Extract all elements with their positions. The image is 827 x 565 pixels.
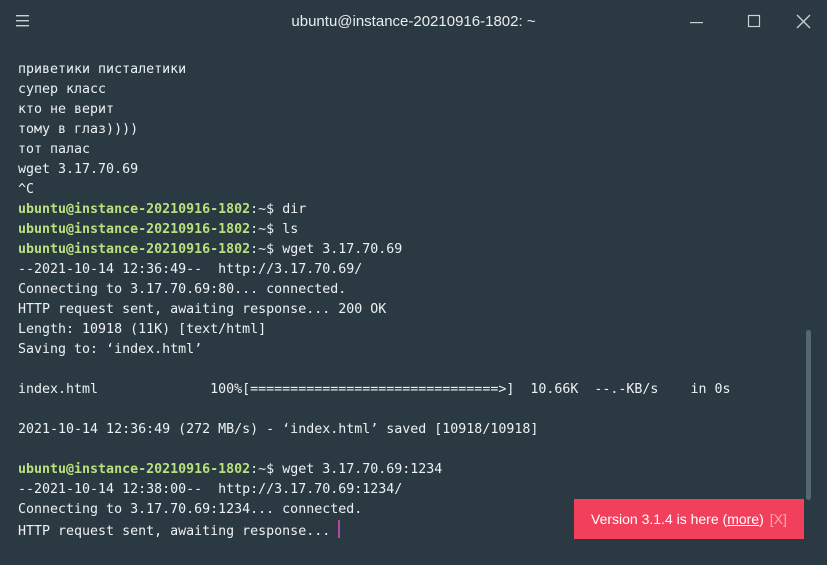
output-text: wget 3.17.70.69 — [18, 162, 139, 177]
terminal-line: Length: 10918 (11K) [text/html] — [18, 320, 798, 340]
terminal-line: супер класс — [18, 80, 798, 100]
more-link[interactable]: more — [727, 511, 759, 527]
output-text: Connecting to 3.17.70.69:80... connected… — [18, 282, 347, 297]
update-notification[interactable]: Version 3.1.4 is here (more) [X] — [574, 499, 804, 539]
text-cursor — [338, 520, 341, 538]
terminal-line: Connecting to 3.17.70.69:80... connected… — [18, 280, 798, 300]
title-bar: ubuntu@instance-20210916-1802: ~ — [0, 0, 827, 44]
maximize-icon[interactable] — [742, 10, 766, 34]
update-notification-text: Version 3.1.4 is here ( — [591, 511, 728, 527]
close-icon[interactable] — [792, 10, 816, 34]
command-text: ls — [274, 222, 299, 237]
terminal-line: ubuntu@instance-20210916-1802:~$ wget 3.… — [18, 460, 798, 480]
output-text: HTTP request sent, awaiting response... — [18, 524, 331, 539]
terminal-line: Saving to: ‘index.html’ — [18, 340, 798, 360]
output-text: приветики писталетики — [18, 62, 187, 77]
terminal-line: --2021-10-14 12:38:00-- http://3.17.70.6… — [18, 480, 798, 500]
terminal-line: ubuntu@instance-20210916-1802:~$ dir — [18, 200, 798, 220]
prompt-path: :~$ — [250, 222, 275, 237]
terminal-line: ^C — [18, 180, 798, 200]
command-text: wget 3.17.70.69:1234 — [274, 462, 443, 477]
output-text: кто не верит — [18, 102, 115, 117]
prompt-path: :~$ — [250, 462, 275, 477]
output-text: ^C — [18, 182, 35, 197]
terminal-line: 2021-10-14 12:36:49 (272 MB/s) - ‘index.… — [18, 420, 798, 440]
output-text: супер класс — [18, 82, 107, 97]
prompt-user-host: ubuntu@instance-20210916-1802 — [18, 202, 251, 217]
output-text: HTTP request sent, awaiting response... … — [18, 302, 387, 317]
terminal-window: ubuntu@instance-20210916-1802: ~ привети… — [0, 0, 827, 565]
terminal-line: кто не верит — [18, 100, 798, 120]
prompt-user-host: ubuntu@instance-20210916-1802 — [18, 222, 251, 237]
terminal-output[interactable]: приветики писталетики супер класс кто не в… — [18, 60, 798, 540]
prompt-path: :~$ — [250, 202, 275, 217]
terminal-line: ubuntu@instance-20210916-1802:~$ wget 3.… — [18, 240, 798, 260]
terminal-line: wget 3.17.70.69 — [18, 160, 798, 180]
output-text: Length: 10918 (11K) [text/html] — [18, 322, 267, 337]
close-notification-button[interactable]: [X] — [770, 511, 787, 527]
output-text: index.html 100%[========================… — [18, 382, 731, 397]
terminal-line: приветики писталетики — [18, 60, 798, 80]
output-text: Saving to: ‘index.html’ — [18, 342, 203, 357]
terminal-line: index.html 100%[========================… — [18, 380, 798, 400]
terminal-line: --2021-10-14 12:36:49-- http://3.17.70.6… — [18, 260, 798, 280]
output-text: --2021-10-14 12:38:00-- http://3.17.70.6… — [18, 482, 403, 497]
update-notification-suffix: ) — [759, 511, 764, 527]
terminal-line: тому в глаз)))) — [18, 120, 798, 140]
terminal-line: ubuntu@instance-20210916-1802:~$ ls — [18, 220, 798, 240]
prompt-user-host: ubuntu@instance-20210916-1802 — [18, 242, 251, 257]
prompt-user-host: ubuntu@instance-20210916-1802 — [18, 462, 251, 477]
output-text: --2021-10-14 12:36:49-- http://3.17.70.6… — [18, 262, 363, 277]
command-text: wget 3.17.70.69 — [274, 242, 403, 257]
command-text: dir — [274, 202, 307, 217]
scrollbar-thumb[interactable] — [806, 330, 811, 500]
minimize-icon[interactable] — [684, 10, 708, 34]
output-text: тому в глаз)))) — [18, 122, 139, 137]
output-text: 2021-10-14 12:36:49 (272 MB/s) - ‘index.… — [18, 422, 539, 437]
terminal-line: HTTP request sent, awaiting response... … — [18, 300, 798, 320]
prompt-path: :~$ — [250, 242, 275, 257]
output-text: Connecting to 3.17.70.69:1234... connect… — [18, 502, 363, 517]
output-text: тот палас — [18, 142, 91, 157]
terminal-line: тот палас — [18, 140, 798, 160]
